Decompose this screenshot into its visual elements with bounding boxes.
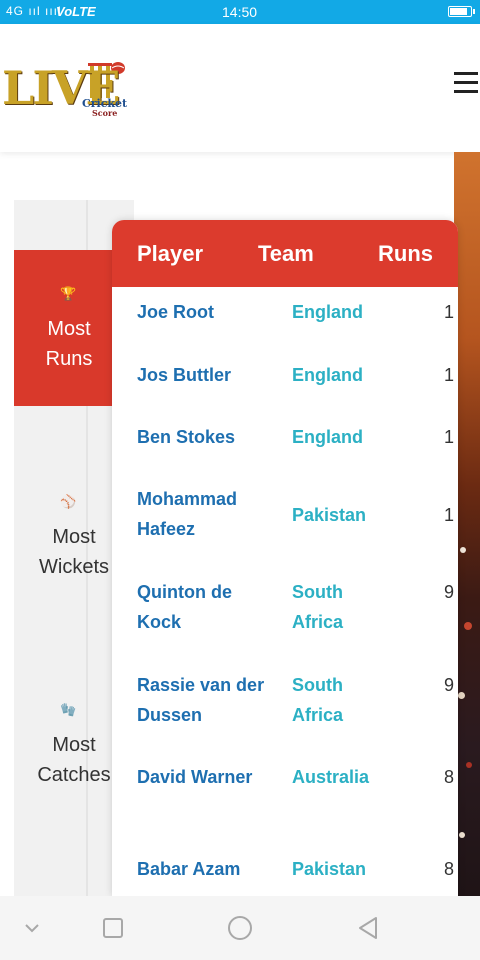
- team-name: England: [292, 365, 363, 385]
- category-label-line1: Most: [47, 318, 91, 340]
- home-icon[interactable]: [226, 916, 254, 940]
- app-logo[interactable]: LIVE Cricket Score: [2, 60, 127, 120]
- team-name: South Africa: [292, 675, 344, 725]
- team-name: Australia: [292, 767, 370, 787]
- player-name[interactable]: Joe Root: [137, 297, 267, 327]
- player-name[interactable]: Jos Buttler: [137, 360, 267, 390]
- player-name[interactable]: Quinton de Kock: [137, 577, 267, 637]
- logo-subtext-score: Score: [92, 108, 118, 118]
- network-type: VoLTE: [56, 4, 96, 19]
- runs-value: 1: [444, 365, 455, 385]
- category-label-line2: Runs: [45, 348, 93, 370]
- category-most-runs[interactable]: 🏆 Most Runs: [14, 250, 114, 406]
- runs-value: 1: [444, 505, 455, 525]
- signal-indicator: 4G ııl ıııl: [6, 4, 62, 18]
- status-bar: 4G ııl ıııl VoLTE 14:50: [0, 0, 480, 24]
- category-most-wickets[interactable]: ⚾ Most Wickets: [14, 460, 109, 660]
- recents-icon[interactable]: [101, 916, 125, 940]
- ball-icon: ⚾: [60, 494, 77, 509]
- header-player: Player: [137, 241, 204, 266]
- player-name[interactable]: Ben Stokes: [137, 422, 267, 452]
- team-name: Pakistan: [292, 859, 367, 879]
- runs-value: 9: [444, 582, 455, 602]
- trophy-icon: 🏆: [60, 286, 77, 301]
- stats-table: Player Team Runs Joe Root England 1 Jos But…: [112, 220, 458, 896]
- system-nav-bar: [0, 896, 480, 960]
- player-name[interactable]: David Warner: [137, 762, 267, 792]
- runs-value: 8: [444, 859, 455, 879]
- runs-value: 1: [444, 427, 455, 447]
- runs-value: 1: [444, 302, 455, 322]
- battery-icon: [448, 6, 475, 17]
- team-name: Pakistan: [292, 505, 367, 525]
- hamburger-icon[interactable]: [454, 72, 478, 94]
- category-most-catches[interactable]: 🧤 Most Catches: [14, 668, 110, 868]
- clock: 14:50: [222, 4, 258, 20]
- header-runs: Runs: [378, 241, 433, 266]
- runs-value: 8: [444, 767, 455, 787]
- runs-value: 9: [444, 675, 455, 695]
- app-header: LIVE Cricket Score: [0, 24, 480, 152]
- back-icon[interactable]: [356, 916, 380, 940]
- player-name[interactable]: Mohammad Hafeez: [137, 484, 267, 544]
- team-name: South Africa: [292, 582, 344, 632]
- team-name: England: [292, 427, 363, 447]
- player-name[interactable]: Rassie van der Dussen: [137, 670, 267, 730]
- header-team: Team: [258, 241, 314, 266]
- table-header: Player Team Runs: [112, 220, 458, 287]
- glove-icon: 🧤: [60, 702, 77, 717]
- player-name[interactable]: Babar Azam: [137, 854, 267, 884]
- team-name: England: [292, 302, 363, 322]
- chevron-down-icon[interactable]: [22, 916, 42, 940]
